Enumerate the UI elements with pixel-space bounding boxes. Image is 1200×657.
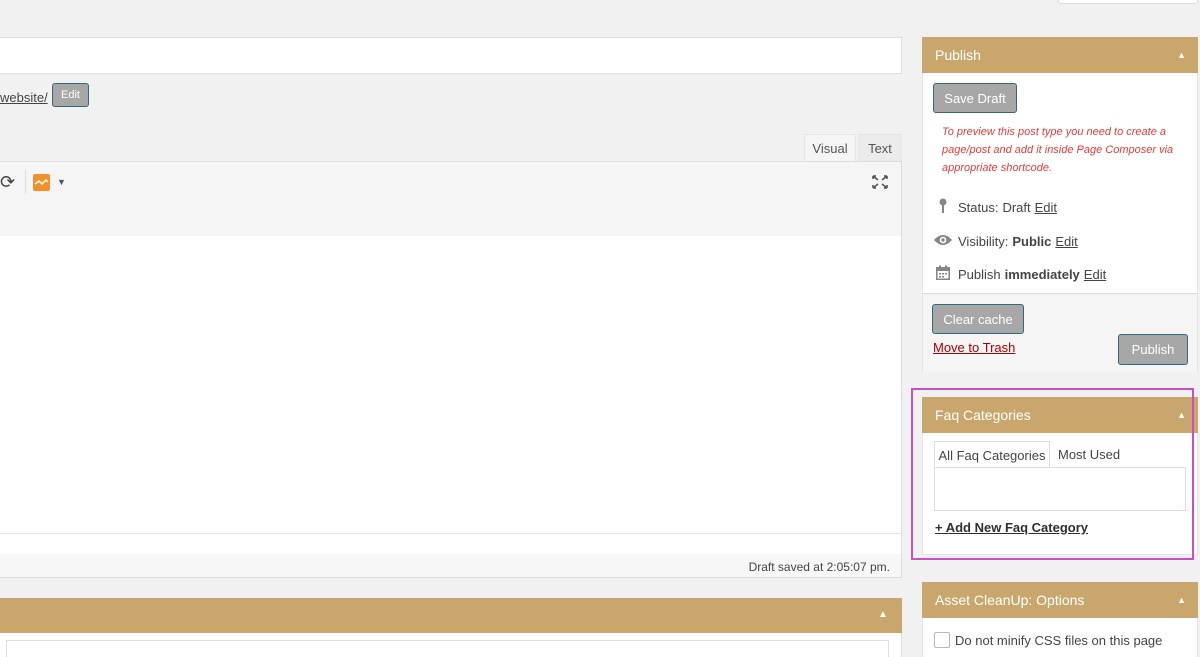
chevron-down-icon[interactable]: ▼ [57, 177, 66, 187]
status-label: Status: [958, 199, 999, 215]
publish-button[interactable]: Publish [1118, 334, 1188, 365]
edit-status-link[interactable]: Edit [1035, 200, 1057, 215]
move-to-trash-link[interactable]: Move to Trash [933, 340, 1015, 355]
editor-toolbar [0, 161, 902, 237]
asset-cleanup-header[interactable]: Asset CleanUp: Options ▲ [922, 582, 1198, 618]
calendar-icon [933, 265, 953, 284]
editor-content-area[interactable] [0, 236, 902, 536]
schedule-value: immediately [1004, 266, 1080, 282]
status-value: Draft [1002, 199, 1031, 215]
collapse-icon[interactable]: ▲ [1177, 50, 1186, 60]
visibility-value: Public [1012, 233, 1052, 249]
toolbar-separator [25, 170, 26, 194]
publish-box-title: Publish [935, 47, 981, 63]
edit-slug-button[interactable]: Edit [52, 83, 89, 107]
edit-visibility-link[interactable]: Edit [1055, 234, 1077, 249]
minify-css-checkbox[interactable] [934, 632, 950, 648]
bottom-metabox-field[interactable] [6, 640, 889, 657]
minify-css-label: Do not minify CSS files on this page [955, 632, 1163, 648]
publish-box-header[interactable]: Publish ▲ [922, 37, 1198, 73]
preview-note: To preview this post type you need to cr… [942, 126, 1174, 174]
bottom-metabox-header[interactable] [0, 598, 902, 634]
schedule-row: Publish immediately Edit [933, 264, 1106, 284]
tab-visual[interactable]: Visual [804, 134, 856, 162]
permalink-link[interactable]: website/ [0, 90, 48, 105]
minify-css-option: Do not minify CSS files on this page [934, 632, 1162, 648]
draft-saved-text: Draft saved at 2:05:07 pm. [748, 560, 890, 574]
pin-icon [933, 198, 953, 217]
collapse-icon[interactable]: ▲ [1177, 595, 1186, 605]
save-draft-button[interactable]: Save Draft [933, 83, 1017, 113]
collapse-icon[interactable]: ▲ [878, 609, 888, 620]
redo-icon[interactable]: ⟳ [0, 172, 15, 193]
visibility-row: Visibility: Public Edit [933, 231, 1078, 251]
tab-text[interactable]: Text [858, 134, 902, 162]
eye-icon [933, 233, 953, 250]
editor-path-bar [0, 533, 902, 555]
edit-schedule-link[interactable]: Edit [1084, 267, 1106, 282]
status-row: Status: Draft Edit [933, 197, 1057, 217]
clear-cache-button[interactable]: Clear cache [932, 304, 1024, 334]
schedule-label: Publish [958, 266, 1001, 282]
top-select[interactable] [1058, 0, 1198, 4]
fullscreen-icon[interactable] [871, 174, 889, 190]
chart-icon[interactable] [33, 174, 50, 191]
permalink: website/ [0, 87, 48, 107]
highlight-frame [911, 388, 1194, 560]
visibility-label: Visibility: [958, 233, 1009, 249]
asset-cleanup-title: Asset CleanUp: Options [935, 592, 1085, 608]
post-title-input[interactable] [0, 37, 902, 74]
